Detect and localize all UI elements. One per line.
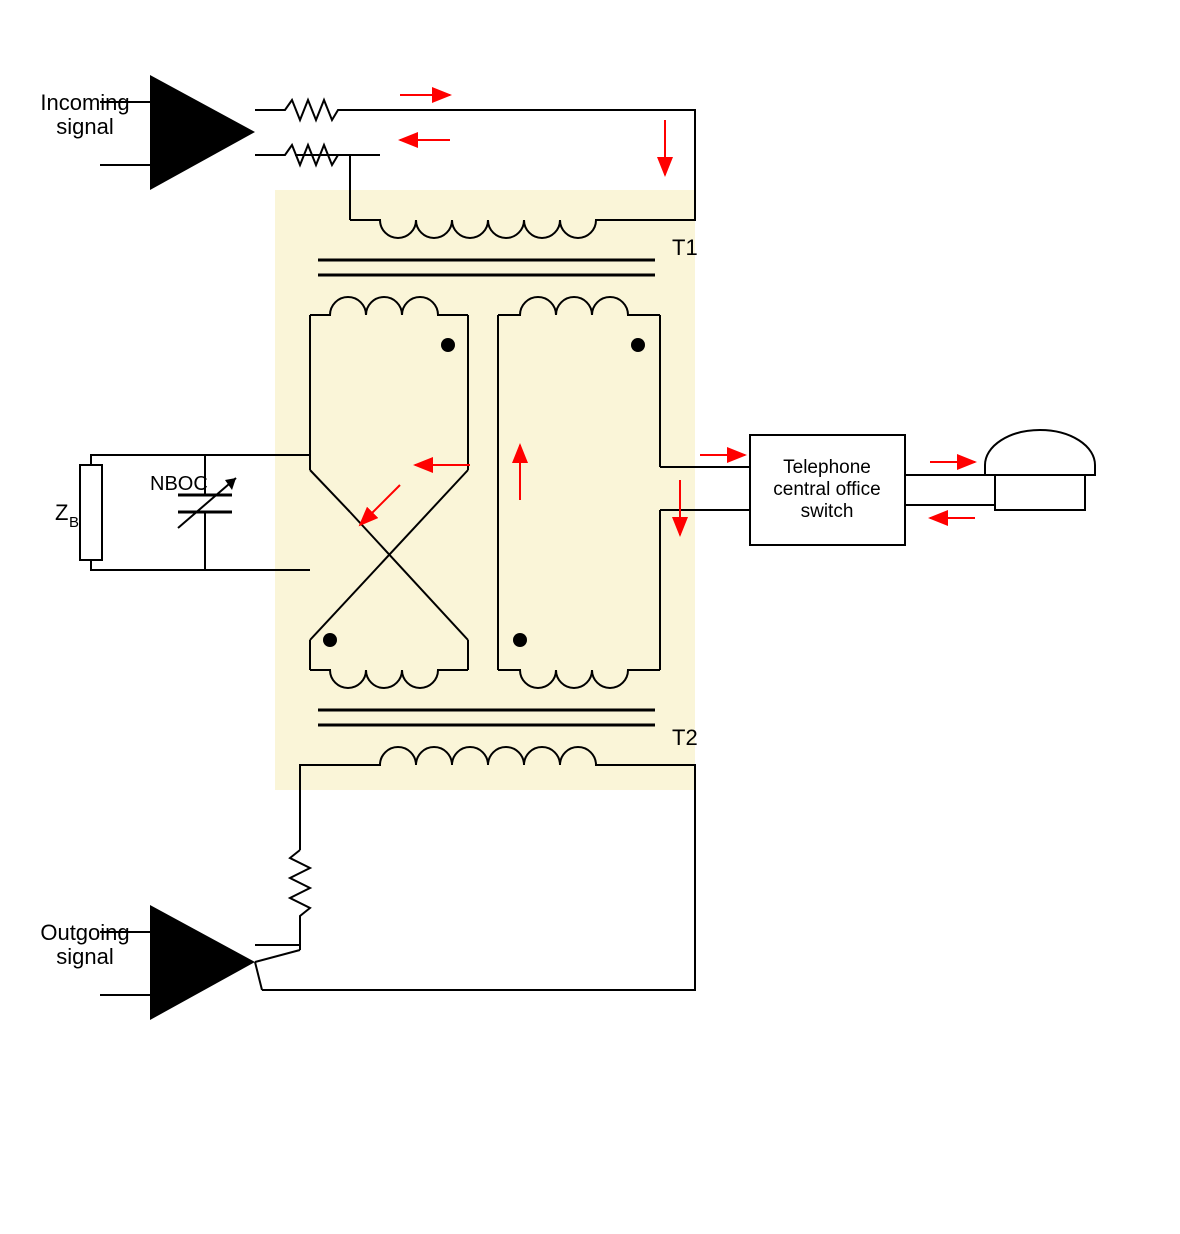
phone-handset-icon xyxy=(905,430,1095,510)
incoming-amp-icon xyxy=(150,75,255,190)
outgoing-amplifier xyxy=(100,765,695,1020)
zb-resistor-icon xyxy=(80,465,102,560)
highlight-box xyxy=(275,190,695,790)
nboc-label: NBOC xyxy=(150,473,208,495)
outgoing-label-line2: signal xyxy=(56,944,113,969)
zb-label-z: Z xyxy=(55,500,68,525)
outgoing-label-line1: Outgoing xyxy=(40,920,129,945)
t2-label: T2 xyxy=(672,725,698,750)
incoming-label-line1: Incoming xyxy=(40,90,129,115)
switch-label-line1: Telephone xyxy=(783,457,871,478)
outgoing-amp-icon xyxy=(150,905,255,1020)
incoming-label-line2: signal xyxy=(56,114,113,139)
switch-label-line3: switch xyxy=(801,501,854,522)
t1-label: T1 xyxy=(672,235,698,260)
zb-label-b: B xyxy=(69,514,79,531)
switch-label-line2: central office xyxy=(773,479,880,500)
hybrid-transformer-diagram: Incoming signal Outgoing signal T1 T2 Z … xyxy=(0,0,1180,1234)
